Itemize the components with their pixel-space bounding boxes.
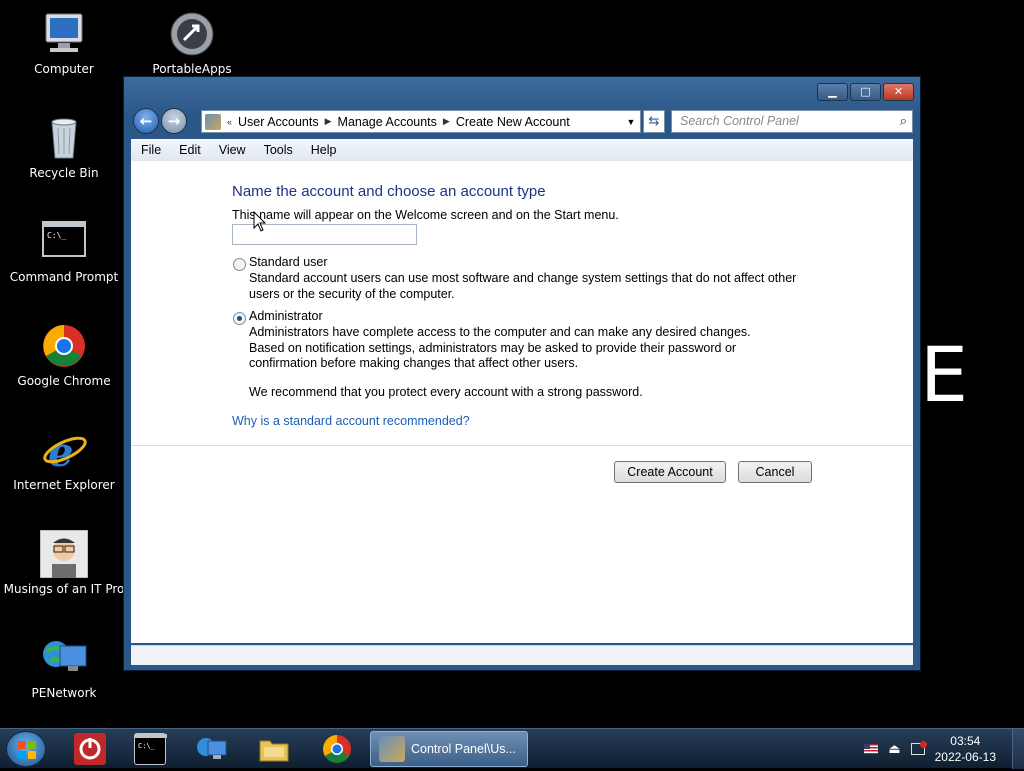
name-description: This name will appear on the Welcome scr…: [232, 208, 619, 222]
cancel-button[interactable]: Cancel: [738, 461, 812, 483]
create-account-button[interactable]: Create Account: [614, 461, 726, 483]
standard-user-label[interactable]: Standard user: [249, 255, 328, 269]
menu-tools[interactable]: Tools: [254, 143, 301, 157]
start-button[interactable]: [6, 731, 46, 767]
standard-user-radio[interactable]: [233, 258, 246, 271]
taskbar-shutdown-icon[interactable]: [74, 733, 106, 765]
menu-bar: File Edit View Tools Help: [131, 139, 913, 161]
command-prompt-icon: C:\_: [40, 218, 88, 266]
penetwork-icon: [40, 634, 88, 682]
windows-logo-icon: [18, 741, 36, 759]
standard-user-description: Standard account users can use most soft…: [249, 271, 797, 301]
recycle-bin-icon: [40, 114, 88, 162]
computer-icon: [40, 10, 88, 58]
close-button[interactable]: ✕: [883, 83, 914, 101]
task-label: Control Panel\Us...: [411, 742, 516, 756]
menu-edit[interactable]: Edit: [169, 143, 209, 157]
breadcrumb-user-accounts[interactable]: User Accounts: [234, 115, 323, 129]
breadcrumb-manage-accounts[interactable]: Manage Accounts: [334, 115, 441, 129]
internet-explorer-icon: e: [40, 426, 88, 476]
navigation-row: ← → « User Accounts ▶ Manage Accounts ▶ …: [131, 107, 913, 135]
refresh-button[interactable]: ⇆: [643, 110, 665, 133]
breadcrumb-create-new-account[interactable]: Create New Account: [452, 115, 574, 129]
address-bar[interactable]: « User Accounts ▶ Manage Accounts ▶ Crea…: [201, 110, 641, 133]
desktop-icon-label: Google Chrome: [17, 374, 111, 388]
address-dropdown-icon[interactable]: ▼: [622, 117, 640, 127]
status-bar: [131, 645, 913, 665]
clock-date: 2022-06-13: [934, 750, 996, 764]
wallpaper-letter: E: [920, 330, 969, 419]
taskbar: C:\_ Control Panel\Us... ⏏ 03:54 2022-06…: [0, 728, 1024, 769]
mouse-cursor-icon: [253, 211, 267, 232]
usb-eject-icon[interactable]: ⏏: [888, 742, 900, 757]
standard-account-help-link[interactable]: Why is a standard account recommended?: [232, 414, 470, 428]
portableapps-icon: [168, 10, 216, 58]
desktop-icon-label: Command Prompt: [9, 270, 119, 284]
breadcrumb-separator-icon[interactable]: ▶: [323, 116, 334, 127]
taskbar-command-prompt-icon[interactable]: C:\_: [134, 733, 167, 765]
administrator-radio[interactable]: [233, 312, 246, 325]
desktop-icon-label: PENetwork: [31, 686, 97, 700]
desktop-icon-label: Recycle Bin: [29, 166, 99, 180]
desktop-icon-portableapps[interactable]: PortableApps: [128, 10, 256, 76]
breadcrumb-separator-icon[interactable]: ▶: [441, 116, 452, 127]
clock-time: 03:54: [950, 734, 981, 748]
administrator-label[interactable]: Administrator: [249, 309, 323, 323]
maximize-button[interactable]: □: [850, 83, 881, 101]
control-panel-icon: [379, 736, 405, 762]
divider: [131, 445, 913, 446]
menu-view[interactable]: View: [209, 143, 254, 157]
desktop-icon-command-prompt[interactable]: C:\_ Command Prompt: [0, 218, 128, 284]
back-button[interactable]: ←: [133, 108, 159, 134]
desktop-icon-musings[interactable]: Musings of an IT Pro: [0, 529, 128, 596]
page-title: Name the account and choose an account t…: [232, 183, 546, 200]
desktop-icon-internet-explorer[interactable]: e Internet Explorer: [0, 426, 128, 492]
password-recommendation: We recommend that you protect every acco…: [249, 385, 643, 399]
administrator-description: Administrators have complete access to t…: [249, 325, 751, 370]
search-icon[interactable]: ⌕: [900, 113, 907, 129]
svg-text:e: e: [48, 429, 73, 474]
taskbar-control-panel-task[interactable]: Control Panel\Us...: [370, 731, 528, 767]
taskbar-network-icon[interactable]: [195, 733, 227, 765]
forward-arrow-icon: →: [167, 112, 181, 130]
svg-text:C:\_: C:\_: [47, 231, 66, 240]
desktop-icon-google-chrome[interactable]: Google Chrome: [0, 322, 128, 388]
create-account-page: Name the account and choose an account t…: [131, 161, 913, 643]
taskbar-chrome-icon[interactable]: [321, 733, 353, 765]
system-tray: ⏏ 03:54 2022-06-13: [864, 729, 996, 769]
desktop-icon-label: Musings of an IT Pro: [3, 582, 125, 596]
forward-button[interactable]: →: [161, 108, 187, 134]
back-arrow-icon: ←: [139, 112, 153, 130]
desktop-icon-label: Internet Explorer: [13, 478, 115, 492]
desktop-icon-recycle-bin[interactable]: Recycle Bin: [0, 114, 128, 180]
desktop-icon-label: Computer: [34, 62, 94, 76]
minimize-button[interactable]: ▁: [817, 83, 848, 101]
show-desktop-button[interactable]: [1012, 729, 1024, 769]
control-panel-icon: [205, 113, 221, 130]
clock[interactable]: 03:54 2022-06-13: [935, 733, 996, 765]
taskbar-folder-icon[interactable]: [258, 733, 290, 765]
search-input[interactable]: Search Control Panel ⌕: [671, 110, 913, 133]
search-placeholder: Search Control Panel: [680, 114, 799, 128]
breadcrumb-overflow[interactable]: «: [225, 117, 234, 127]
avatar-icon: [39, 529, 89, 579]
menu-help[interactable]: Help: [301, 143, 345, 157]
svg-text:C:\_: C:\_: [138, 742, 156, 750]
control-panel-window: ▁ □ ✕ ← → « User Accounts ▶ Manage Accou…: [123, 76, 921, 671]
network-status-icon[interactable]: [910, 741, 927, 755]
us-flag-icon[interactable]: [864, 744, 879, 754]
desktop-icon-label: PortableApps: [152, 62, 232, 76]
chrome-icon: [40, 322, 88, 370]
desktop-icon-penetwork[interactable]: PENetwork: [0, 634, 128, 700]
menu-file[interactable]: File: [131, 143, 169, 157]
caption-buttons: ▁ □ ✕: [817, 83, 914, 101]
desktop-icon-computer[interactable]: Computer: [0, 10, 128, 76]
